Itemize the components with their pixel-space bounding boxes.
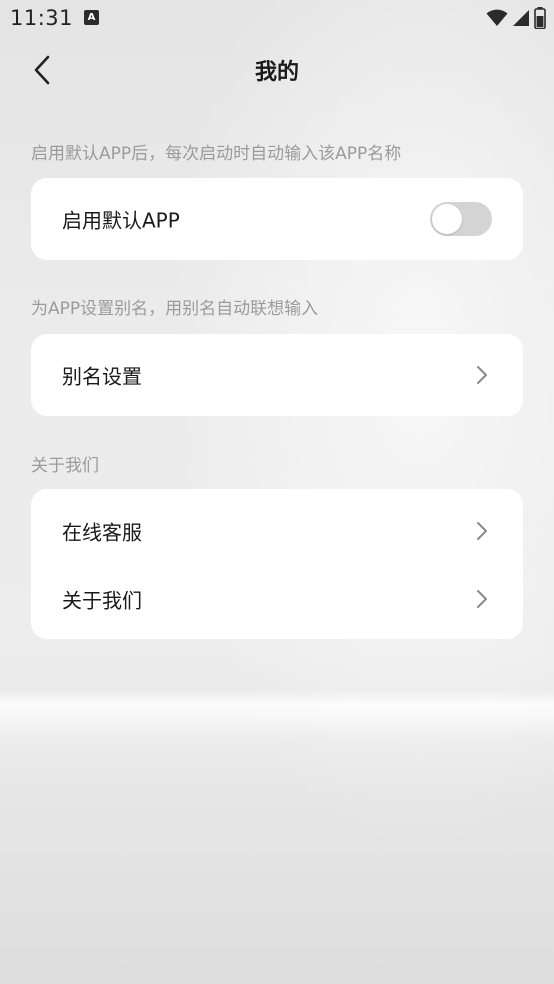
about-us-label: 关于我们 bbox=[62, 588, 142, 613]
alias-settings-label: 别名设置 bbox=[62, 364, 142, 389]
default-app-toggle[interactable] bbox=[430, 202, 492, 236]
online-service-row[interactable]: 在线客服 bbox=[31, 497, 523, 565]
about-card: 在线客服 关于我们 bbox=[31, 489, 523, 639]
chevron-right-icon bbox=[477, 366, 487, 384]
status-icons bbox=[486, 6, 546, 30]
default-app-card: 启用默认APP bbox=[31, 178, 523, 260]
alias-settings-row[interactable]: 别名设置 bbox=[31, 341, 523, 409]
status-time: 11:31 bbox=[10, 6, 74, 30]
page-title: 我的 bbox=[254, 60, 299, 85]
default-app-label: 启用默认APP bbox=[62, 208, 180, 233]
status-bar: 11:31 A bbox=[0, 0, 554, 36]
default-app-caption: 启用默认APP后，每次启动时自动输入该APP名称 bbox=[31, 144, 402, 164]
signal-icon bbox=[513, 10, 529, 26]
about-caption: 关于我们 bbox=[31, 456, 99, 476]
alias-caption: 为APP设置别名，用别名自动联想输入 bbox=[31, 299, 319, 319]
app-notification-icon: A bbox=[84, 10, 99, 25]
default-app-row: 启用默认APP bbox=[31, 185, 523, 253]
about-us-row[interactable]: 关于我们 bbox=[31, 565, 523, 633]
battery-icon bbox=[534, 7, 546, 29]
chevron-right-icon bbox=[477, 590, 487, 608]
alias-card: 别名设置 bbox=[31, 334, 523, 416]
header: 我的 bbox=[0, 40, 554, 100]
chevron-right-icon bbox=[477, 522, 487, 540]
toggle-knob bbox=[432, 204, 462, 234]
wifi-icon bbox=[486, 9, 508, 26]
online-service-label: 在线客服 bbox=[62, 520, 142, 545]
